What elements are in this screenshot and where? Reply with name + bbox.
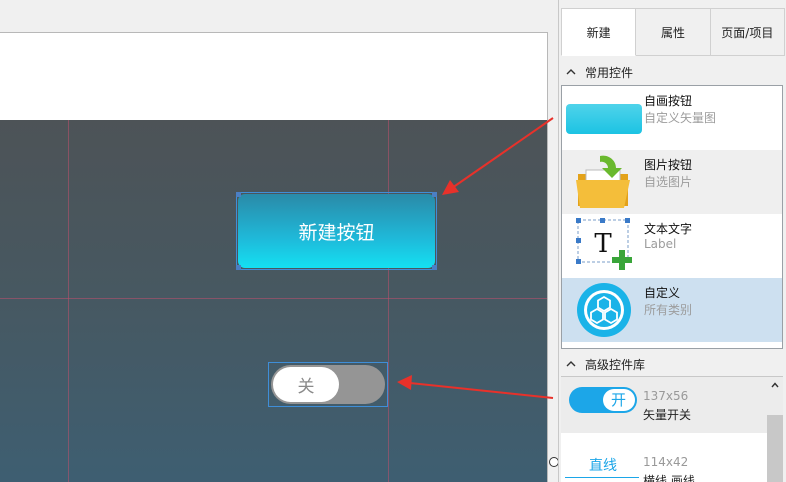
advanced-section-header[interactable]: 高级控件库 [559,352,783,376]
canvas-toggle-switch[interactable]: 关 [268,362,388,407]
item-title: 矢量开关 [643,408,692,422]
grid-line-horizontal [0,298,547,299]
item-title: 自定义 [644,286,681,300]
switch-preview-label: 开 [611,391,627,409]
grid-line-vertical [68,120,69,482]
tab-new[interactable]: 新建 [561,8,637,56]
list-item-vector-switch[interactable]: 开 137x56 矢量开关 [561,377,767,433]
item-subtitle: Label [644,237,677,251]
text-label-icon: T [576,218,632,270]
item-subtitle: 自选图片 [644,175,693,189]
right-panel: 新建 属性 页面/项目 常用控件 自画按钮 自定义矢量图 图片按钮 自选图片 T… [558,0,786,482]
line-preview-icon [565,477,639,478]
common-section-title: 常用控件 [585,65,634,80]
list-item-draw-button[interactable]: 自画按钮 自定义矢量图 [562,86,782,150]
tab-properties[interactable]: 属性 [636,8,711,56]
canvas-new-button[interactable]: 新建按钮 [236,192,437,270]
scroll-up-button[interactable] [767,377,783,393]
common-section-header[interactable]: 常用控件 [559,60,783,84]
advanced-section-title: 高级控件库 [585,357,646,372]
item-size: 114x42 [643,455,689,469]
item-title: 自画按钮 [644,94,693,108]
chevron-up-icon [566,361,576,367]
item-subtitle: 自定义矢量图 [644,111,717,125]
list-item-image-button[interactable]: 图片按钮 自选图片 [562,150,782,214]
list-item-line[interactable]: 直线 114x42 横线 画线 [561,447,767,482]
canvas-new-button-label: 新建按钮 [238,194,435,268]
grid-line-vertical [388,120,389,482]
panel-tabs: 新建 属性 页面/项目 [561,8,785,56]
item-title: 图片按钮 [644,158,693,172]
resize-handle[interactable] [432,192,437,197]
toggle-knob-label: 关 [273,367,339,402]
resize-handle[interactable] [432,265,437,270]
advanced-list-scrollbar[interactable] [767,377,783,482]
advanced-controls-list: 开 137x56 矢量开关 直线 114x42 横线 画线 [561,376,783,482]
list-item-text-label[interactable]: T 文本文字 Label [562,214,782,278]
tab-page-project[interactable]: 页面/项目 [710,8,785,56]
item-subtitle: 所有类别 [644,303,693,317]
resize-handle[interactable] [236,192,241,197]
chevron-up-icon [771,382,779,388]
switch-preview-icon [569,387,637,413]
item-title: 文本文字 [644,222,693,236]
line-preview-label: 直线 [589,458,617,474]
resize-handle[interactable] [236,265,241,270]
folder-image-icon [576,155,630,208]
item-size: 137x56 [643,389,689,403]
svg-text:T: T [594,229,612,259]
chevron-up-icon [566,69,576,75]
custom-component-icon [577,283,631,337]
list-item-custom[interactable]: 自定义 所有类别 [562,278,782,342]
design-canvas-screen[interactable]: 新建按钮 关 [0,120,547,482]
gradient-button-icon [566,104,642,134]
common-controls-list: 自画按钮 自定义矢量图 图片按钮 自选图片 T 文本文字 Label 自定义 所… [561,85,783,349]
item-title: 横线 画线 [643,474,695,482]
design-canvas-page[interactable]: 新建按钮 关 [0,32,548,482]
scroll-thumb[interactable] [767,415,783,482]
